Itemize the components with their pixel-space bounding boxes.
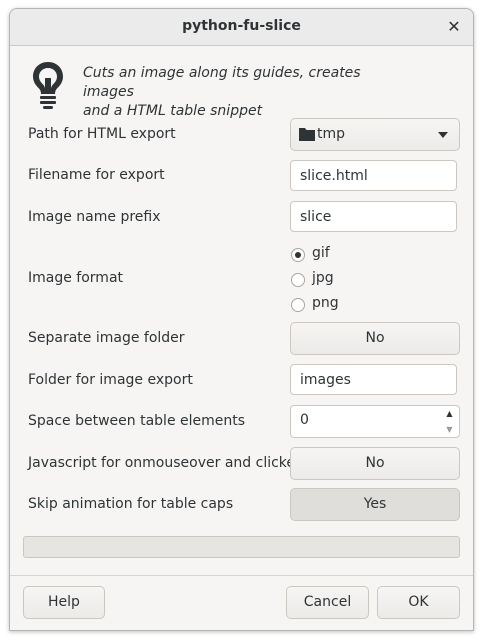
spacing-spinbutton[interactable]: 0 ▲ ▼ [290,405,460,438]
html-path-combo[interactable]: tmp [290,118,460,151]
javascript-toggle[interactable]: No [290,447,460,480]
radio-button[interactable] [291,298,305,312]
image-folder-input[interactable]: images [290,364,457,395]
html-path-label: Path for HTML export [28,126,176,142]
spacing-value: 0 [300,412,309,428]
javascript-label: Javascript for onmouseover and clicked [28,455,304,471]
format-option-label: jpg [312,270,334,286]
skip-caps-label: Skip animation for table caps [28,496,234,512]
radio-button-checked[interactable] [291,248,305,262]
image-format-label: Image format [28,270,124,286]
prefix-label: Image name prefix [28,209,161,225]
lightbulb-icon [33,62,63,109]
dialog-description: Cuts an image along its guides, creates … [83,64,403,121]
description-line-1: Cuts an image along its guides, creates … [83,65,361,100]
progress-bar [23,536,460,558]
format-option-label: gif [312,245,330,261]
spin-down-icon[interactable]: ▼ [441,422,458,437]
dialog-window: python-fu-slice ✕ Cuts an image along it… [9,8,474,631]
title-bar: python-fu-slice ✕ [10,9,473,46]
prefix-input[interactable]: slice [290,201,457,232]
help-button[interactable]: Help [23,586,105,619]
spacing-label: Space between table elements [28,413,246,429]
separate-folder-label: Separate image folder [28,330,185,346]
chevron-down-icon [438,132,448,138]
cancel-button[interactable]: Cancel [286,586,369,619]
skip-caps-toggle[interactable]: Yes [290,488,460,521]
filename-label: Filename for export [28,167,165,183]
action-area: Help Cancel OK [10,575,473,630]
close-icon[interactable]: ✕ [443,16,465,38]
radio-button[interactable] [291,273,305,287]
separate-folder-toggle[interactable]: No [290,322,460,355]
html-path-value: tmp [317,126,346,142]
format-option-label: png [312,295,339,311]
image-folder-label: Folder for image export [28,372,193,388]
folder-icon [299,128,315,141]
ok-button[interactable]: OK [377,586,460,619]
filename-input[interactable]: slice.html [290,160,457,191]
spin-up-icon[interactable]: ▲ [441,406,458,421]
window-title: python-fu-slice [182,18,301,34]
